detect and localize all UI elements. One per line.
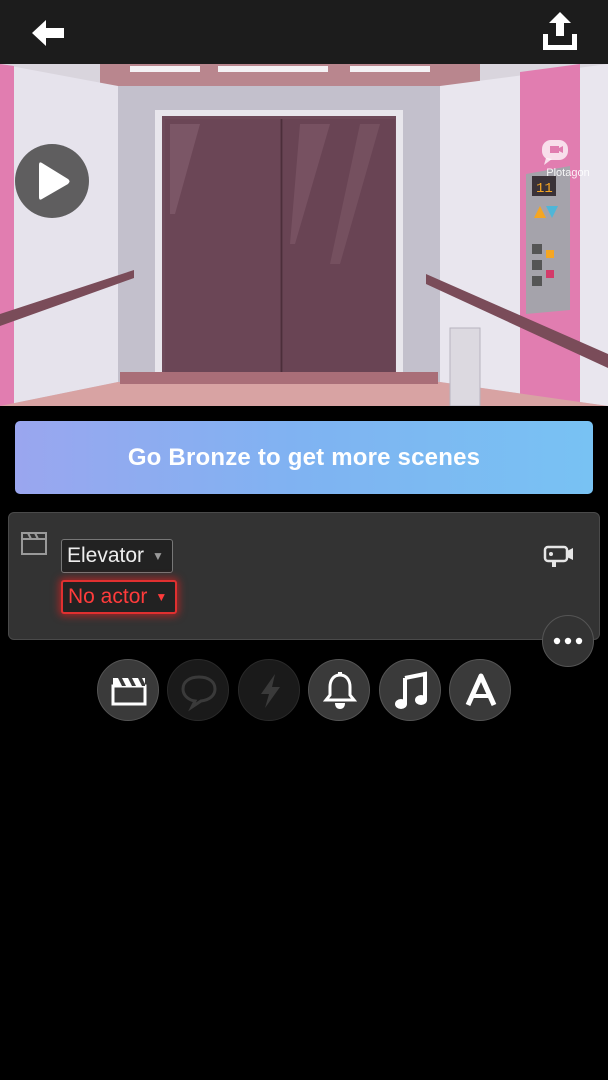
- watermark: Plotagon: [540, 138, 596, 179]
- lightning-icon: [261, 674, 280, 708]
- scene-card: Elevator ▼ No actor ▼: [8, 512, 600, 640]
- floor-display: 11: [536, 181, 553, 197]
- play-icon: [39, 162, 70, 200]
- music-note-icon: [395, 671, 427, 709]
- location-dropdown[interactable]: Elevator ▼: [61, 539, 173, 573]
- add-text-button[interactable]: [449, 659, 511, 721]
- bell-icon: [322, 672, 358, 709]
- plotagon-logo-icon: [542, 140, 568, 165]
- clapperboard-icon: [111, 678, 147, 706]
- actor-value: No actor: [68, 585, 148, 608]
- scene-preview: 11 Plotagon: [0, 64, 608, 406]
- add-dialogue-button[interactable]: [167, 659, 229, 721]
- speech-bubble-icon: [181, 675, 217, 712]
- add-content-toolbar: [97, 659, 513, 721]
- watermark-label: Plotagon: [546, 167, 590, 179]
- add-scene-button[interactable]: [97, 659, 159, 721]
- play-button[interactable]: [15, 144, 89, 218]
- add-music-button[interactable]: [379, 659, 441, 721]
- back-arrow-icon: [32, 20, 64, 46]
- go-bronze-button[interactable]: Go Bronze to get more scenes: [15, 421, 593, 494]
- share-upload-icon: [543, 12, 577, 50]
- chevron-down-icon: ▼: [152, 549, 164, 563]
- camera-icon: [543, 545, 573, 567]
- clapperboard-icon: [21, 532, 47, 555]
- add-sound-effect-button[interactable]: [308, 659, 370, 721]
- location-value: Elevator: [67, 544, 145, 567]
- camera-button[interactable]: [543, 543, 575, 569]
- back-button[interactable]: [26, 12, 70, 56]
- top-bar: [0, 0, 608, 64]
- elevator-scene-image: 11: [0, 64, 608, 406]
- add-action-button[interactable]: [238, 659, 300, 721]
- go-bronze-label: Go Bronze to get more scenes: [127, 443, 481, 471]
- more-options-button[interactable]: [542, 615, 594, 667]
- actor-dropdown[interactable]: No actor ▼: [61, 580, 178, 614]
- text-a-icon: [465, 673, 497, 707]
- share-button[interactable]: [536, 8, 584, 56]
- more-icon: [553, 637, 583, 645]
- chevron-down-icon: ▼: [155, 590, 168, 604]
